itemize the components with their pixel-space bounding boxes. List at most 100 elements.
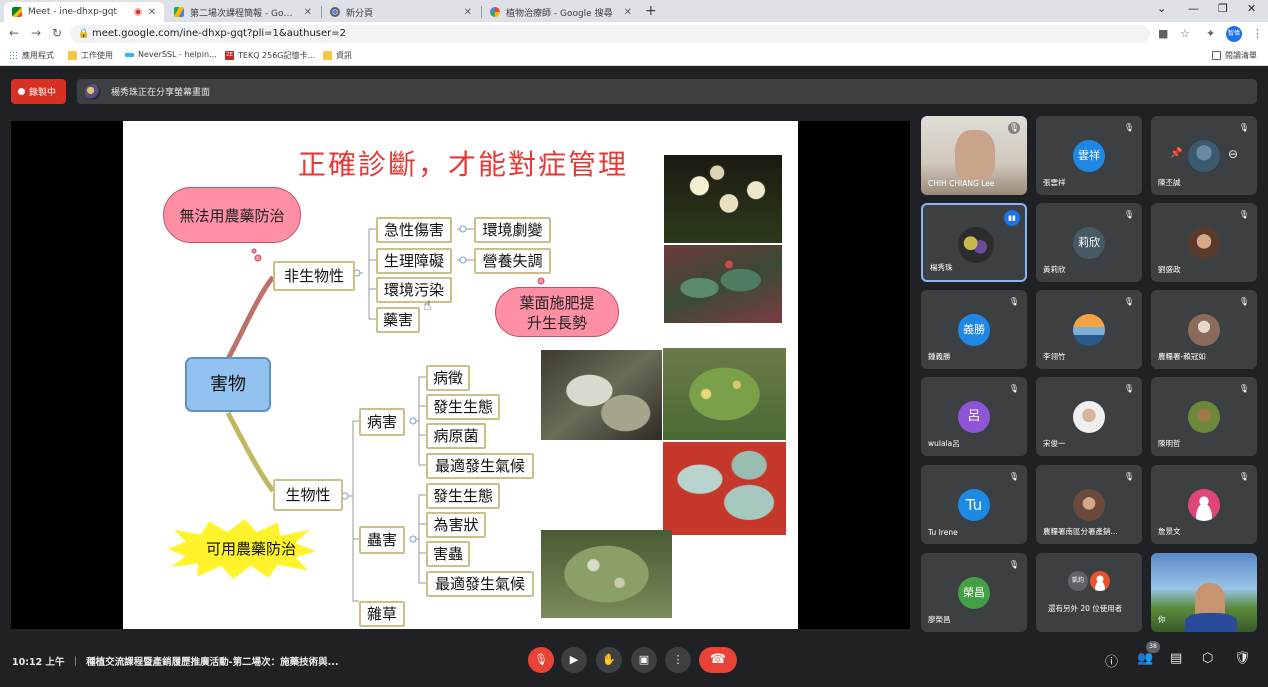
mic-off-icon: 🎙 — [1238, 297, 1250, 306]
host-controls-icon[interactable]: 🛡 — [1234, 651, 1251, 666]
participant-tile-self[interactable]: 你 — [1151, 553, 1257, 632]
node-biotic: 生物性 — [273, 479, 343, 511]
drive-icon — [174, 7, 184, 17]
mic-off-icon: 🎙 — [1238, 210, 1250, 219]
menu-icon[interactable]: ⋮ — [1252, 27, 1263, 40]
recording-indicator-icon — [133, 8, 142, 16]
browser-tabstrip: Meet - ine-dhxp-gqt ✕ 第二場次課程簡報 - Google … — [0, 0, 1268, 22]
url-field[interactable]: 🔒 meet.google.com/ine-dhxp-gqt?pli=1&aut… — [70, 25, 1150, 43]
participant-tile[interactable]: 🎙 Tu Tu Irene — [921, 465, 1027, 544]
participant-tile[interactable]: 🎙 宋俊一 — [1036, 377, 1142, 456]
mic-off-icon: 🎙 — [1123, 297, 1135, 306]
participant-tile[interactable]: 🎙 呂 wulala呂 — [921, 377, 1027, 456]
tab-drive[interactable]: 第二場次課程簡報 - Google 雲端... ✕ — [166, 2, 320, 22]
node-env-change: 環境劇變 — [474, 217, 551, 243]
tab-meet[interactable]: Meet - ine-dhxp-gqt ✕ — [4, 2, 164, 22]
address-bar: ← → ↻ 🔒 meet.google.com/ine-dhxp-gqt?pli… — [0, 22, 1268, 46]
end-call-button[interactable]: ☎ — [699, 647, 737, 673]
folder-icon — [68, 51, 77, 60]
bookmark-tekq[interactable]: ZE TEKQ 256G記憶卡... — [225, 50, 315, 61]
participant-tile[interactable]: 🎙 莉欣 黃莉欣 — [1036, 203, 1142, 282]
tab-google-search[interactable]: 植物治療師 - Google 搜尋 ✕ — [482, 2, 640, 22]
participant-tile[interactable]: 🎙 雲祥 張雲祥 — [1036, 116, 1142, 195]
mic-toggle-button[interactable]: 🎙 — [528, 647, 554, 673]
participant-tile[interactable]: 🎙 陳明哲 — [1151, 377, 1257, 456]
node-damage: 為害狀 — [426, 512, 486, 538]
participant-tile[interactable]: 🎙 榮昌 廖榮昌 — [921, 553, 1027, 632]
remove-icon[interactable]: ⊖ — [1228, 147, 1238, 161]
mic-off-icon: 🎙 — [1123, 210, 1135, 219]
participant-photo — [1073, 401, 1105, 433]
minimize-icon[interactable]: — — [1188, 2, 1199, 15]
close-tab-icon[interactable]: ✕ — [624, 7, 632, 18]
node-disease: 病害 — [359, 408, 405, 436]
close-window-icon[interactable]: ✕ — [1247, 2, 1256, 15]
forward-icon[interactable]: → — [31, 26, 41, 40]
bookmarks-bar: 應用程式 工作使用 NeverSSL - helpin... ZE TEKQ 2… — [0, 46, 1268, 66]
participant-tile[interactable]: 🎙 義勝 鍾義勝 — [921, 290, 1027, 369]
node-pest-ecology: 發生生態 — [426, 483, 500, 509]
participant-video — [955, 130, 995, 180]
node-weed: 雜草 — [359, 601, 405, 627]
participant-tile[interactable]: 🎙 劉盛政 — [1151, 203, 1257, 282]
bookmark-star-icon[interactable]: ☆ — [1180, 27, 1190, 40]
photo-flowers — [664, 155, 782, 243]
reload-icon[interactable]: ↻ — [52, 26, 62, 40]
participant-tile[interactable]: ▮▮ 楊秀珠 — [921, 203, 1027, 282]
participant-tile[interactable]: 🎙 詹景文 — [1151, 465, 1257, 544]
chat-icon[interactable]: ▤ — [1170, 651, 1182, 666]
participant-tile[interactable]: 🎙 李翎竹 — [1036, 290, 1142, 369]
slide-title: 正確診斷，才能對症管理 — [298, 148, 629, 181]
participant-tile[interactable]: 🎙 📌 ⊖ 陳丕誠 — [1151, 116, 1257, 195]
cloud-no-pesticide: 無法用農藥防治 — [163, 187, 301, 243]
extensions-icon[interactable]: ✦ — [1206, 27, 1215, 40]
participant-tile[interactable]: 🎙 CHIH CHIANG Lee — [921, 116, 1027, 195]
photo-pest-damage — [541, 530, 672, 618]
profile-avatar[interactable]: 智偉 — [1226, 26, 1242, 42]
people-icon[interactable]: 👥 — [1137, 651, 1153, 666]
hand-cursor-icon: ☝ — [423, 298, 432, 314]
more-options-button[interactable]: ⋮ — [665, 647, 691, 673]
node-phytotoxicity: 藥害 — [376, 307, 420, 333]
recording-button[interactable]: 錄製中 — [11, 79, 66, 104]
mindmap-root: 害物 — [185, 357, 271, 412]
tab-new[interactable]: 新分頁 ✕ — [322, 2, 480, 22]
chrome-icon — [330, 7, 340, 17]
tab-search-icon[interactable]: ⌄ — [1157, 2, 1166, 15]
new-tab-icon[interactable]: + — [645, 3, 657, 19]
back-icon[interactable]: ← — [9, 26, 19, 40]
raise-hand-button[interactable]: ✋ — [596, 647, 622, 673]
burst-label: 可用農藥防治 — [205, 540, 296, 558]
camera-toggle-button[interactable]: ▶ — [561, 647, 587, 673]
speaking-indicator-icon: ▮▮ — [1004, 210, 1020, 226]
close-tab-icon[interactable]: ✕ — [464, 7, 472, 18]
node-pest: 蟲害 — [359, 526, 405, 554]
bookmark-info[interactable]: 資訊 — [323, 50, 352, 61]
participant-photo — [1073, 489, 1105, 521]
participant-photo — [1188, 489, 1220, 521]
activities-icon[interactable]: ⬡ — [1202, 651, 1213, 666]
mic-off-icon: 🎙 — [1238, 384, 1250, 393]
close-tab-icon[interactable]: ✕ — [304, 7, 312, 18]
people-count-badge: 38 — [1146, 641, 1160, 653]
participant-tile[interactable]: 🎙 農糧署南區分署產銷... — [1036, 465, 1142, 544]
participant-tile[interactable]: 🎙 農糧署-賴冠如 — [1151, 290, 1257, 369]
camera-indicator-icon[interactable]: ■ — [1158, 27, 1168, 40]
participant-photo — [1073, 314, 1105, 346]
bookmark-work[interactable]: 工作使用 — [68, 50, 113, 61]
reading-list-icon — [1212, 51, 1221, 60]
mic-off-icon: 🎙 — [1008, 122, 1020, 134]
mic-off-icon: 🎙 — [1008, 472, 1020, 481]
bookmark-apps[interactable]: 應用程式 — [9, 50, 54, 61]
restore-icon[interactable]: ❐ — [1218, 2, 1228, 15]
meeting-details-icon[interactable]: ⓘ — [1105, 651, 1118, 670]
bookmark-neverssl[interactable]: NeverSSL - helpin... — [125, 50, 217, 59]
apps-grid-icon — [9, 51, 18, 60]
mic-off-icon: 🎙 — [1008, 297, 1020, 306]
participant-tile-more[interactable]: 凱鈞 還有另外 20 位使用者 — [1036, 553, 1142, 632]
close-tab-icon[interactable]: ✕ — [148, 7, 156, 18]
reading-list[interactable]: 閱讀清單 — [1212, 50, 1257, 61]
present-screen-button[interactable]: ▣ — [631, 647, 657, 673]
node-symptom: 病徵 — [426, 365, 470, 391]
pin-icon[interactable]: 📌 — [1170, 148, 1182, 159]
